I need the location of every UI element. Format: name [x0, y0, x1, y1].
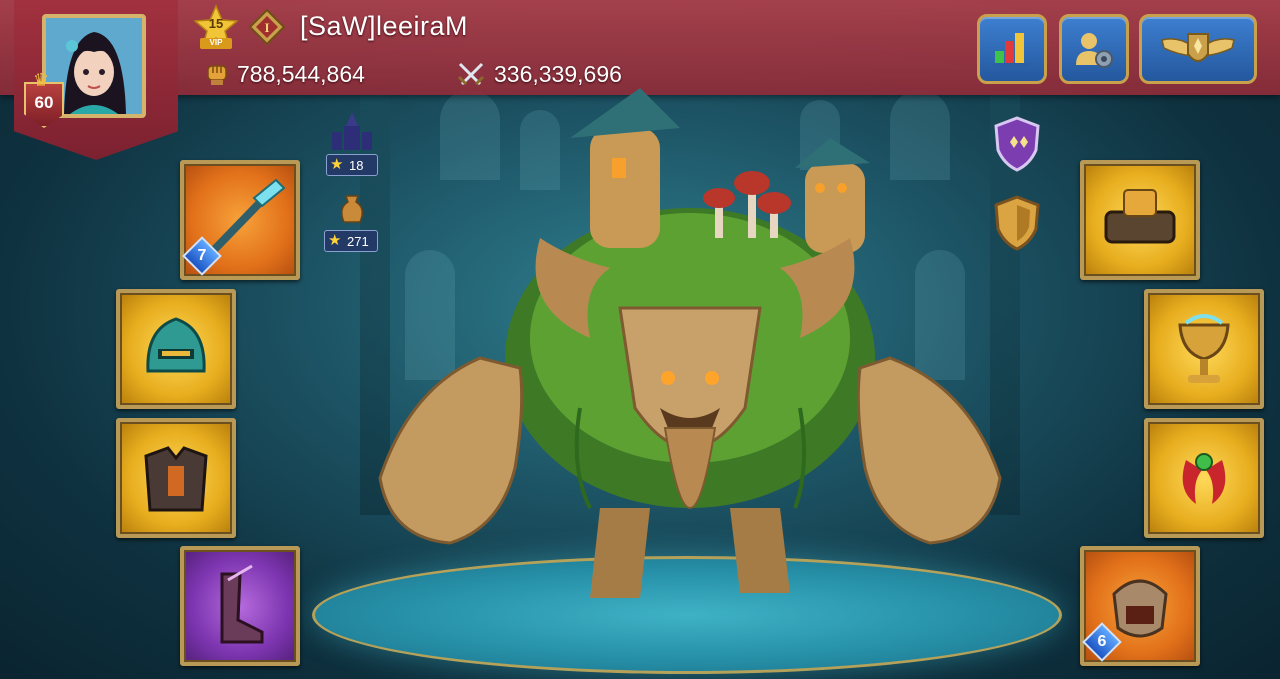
vase-icon	[334, 192, 370, 228]
bar-chart-icon	[993, 33, 1029, 67]
equip-slot-off-hand[interactable]	[1080, 160, 1200, 280]
guild-rank-icon[interactable]: I	[248, 8, 286, 46]
helmet-icon	[146, 317, 206, 373]
vase-stars: 271	[347, 234, 369, 249]
player-power: 788,544,864	[237, 61, 365, 87]
armor-icon	[144, 446, 208, 512]
star-icon: ★	[330, 156, 344, 173]
crossed-swords-icon	[456, 60, 485, 86]
castle-stars-plate: ★ 18	[326, 154, 378, 176]
power-fist-icon	[204, 60, 230, 86]
castle-icon	[326, 110, 378, 154]
vase-stars-plate: ★ 271	[324, 230, 378, 252]
purple-shield-icon[interactable]	[992, 116, 1042, 172]
account-settings-button[interactable]	[1059, 14, 1129, 84]
accessory-rank: 6	[1097, 633, 1107, 650]
equip-slot-weapon[interactable]: 7	[180, 160, 300, 280]
player-name: [SaW]leeiraM	[300, 11, 469, 41]
crown-icon: ♛	[33, 70, 50, 90]
equip-slot-armor[interactable]	[116, 418, 236, 538]
shield-gear-icon	[1104, 189, 1176, 244]
svg-text:I: I	[264, 20, 269, 35]
chalice-icon	[1178, 314, 1230, 383]
equip-slot-accessory-3[interactable]: 6	[1080, 546, 1200, 666]
stats-button[interactable]	[977, 14, 1047, 84]
equip-slot-accessory-1[interactable]	[1144, 289, 1264, 409]
equip-slot-accessory-2[interactable]	[1144, 418, 1264, 538]
winged-shield-icon	[1161, 33, 1235, 62]
star-icon: ★	[328, 232, 342, 249]
equip-slot-boots[interactable]	[180, 546, 300, 666]
troops-killed: 336,339,696	[494, 61, 622, 87]
rank-emblem-button[interactable]	[1139, 14, 1257, 84]
vip-level: 15	[208, 16, 224, 31]
equip-slot-helmet[interactable]	[116, 289, 236, 409]
vip-badge[interactable]: 15 VIP	[193, 4, 239, 52]
treant-familiar-icon	[378, 88, 1002, 598]
user-gear-icon	[1076, 33, 1113, 68]
claw-ring-icon	[1182, 453, 1226, 504]
boots-icon	[220, 564, 264, 644]
vip-label: VIP	[209, 38, 223, 47]
castle-stars: 18	[349, 158, 364, 173]
gold-shield-icon[interactable]	[992, 195, 1042, 251]
weapon-rank: 7	[197, 247, 207, 264]
